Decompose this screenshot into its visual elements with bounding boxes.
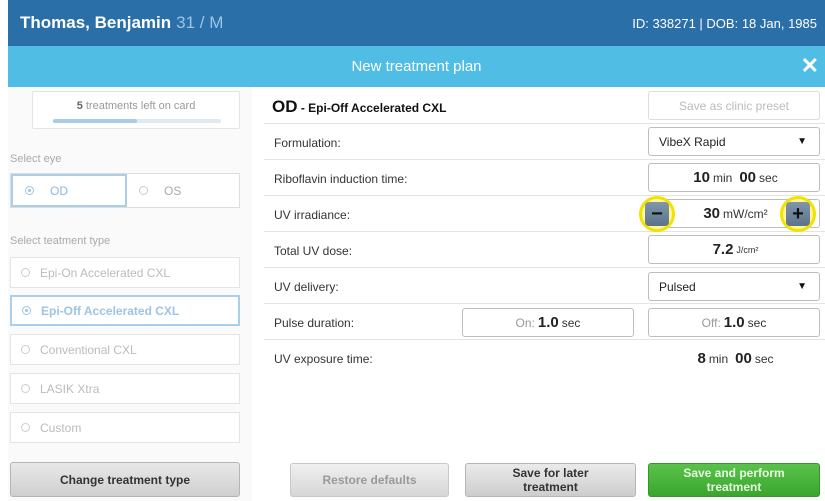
sidebar: 5 treatments left on card Select eye OD … [8,87,252,501]
eye-option-label: OS [164,183,182,198]
irradiance-label: UV irradiance: [274,208,351,222]
patient-name: Thomas, Benjamin [20,13,172,32]
dose-row: Total UV dose: 7.2 J/cm² [264,232,825,268]
induction-label: Riboflavin induction time: [274,172,408,186]
pulse-off-value: 1.0 [723,314,745,331]
pulse-on-field[interactable]: On: 1.0 sec [462,308,634,337]
radio-icon [21,268,30,277]
type-option-label: Conventional CXL [40,342,137,357]
induction-sec-value: 00 [739,169,757,186]
exposure-min-unit: min [708,351,729,366]
induction-row: Riboflavin induction time: 10 min 00 sec [264,160,825,196]
save-and-perform-line1: Save and perform [683,466,785,480]
restore-defaults-button[interactable]: Restore defaults [290,463,449,497]
dialog-title-bar: New treatment plan ✕ [8,46,825,87]
save-for-later-line2: treatment [523,480,578,494]
eye-option-label: OD [50,183,68,198]
irradiance-row: UV irradiance: 30 mW/cm² − + [264,196,825,232]
exposure-label: UV exposure time: [274,352,373,366]
patient-age-sex: 31 / M [176,13,224,32]
plan-type: - Epi-Off Accelerated CXL [297,101,447,115]
pulse-row: Pulse duration: On: 1.0 sec Off: 1.0 sec [264,304,825,340]
minus-icon: − [645,202,669,226]
plan-header-row: OD - Epi-Off Accelerated CXL Save as cli… [264,87,825,124]
patient-name-block: Thomas, Benjamin 31 / M [20,13,223,33]
exposure-value: 8 min 00 sec [648,344,820,373]
formulation-value: VibeX Rapid [659,134,726,149]
exposure-sec-unit: sec [754,351,774,366]
radio-icon [21,423,30,432]
induction-min-unit: min [712,170,733,185]
delivery-row: UV delivery: Pulsed ▼ [264,268,825,304]
treatment-plan-panel: OD - Epi-Off Accelerated CXL Save as cli… [264,87,825,501]
pulse-on-value: 1.0 [537,314,559,331]
card-progress-fill [53,119,137,123]
pulse-on-label: On: [515,315,535,330]
irradiance-unit: mW/cm² [723,206,768,221]
type-option-epi-on[interactable]: Epi-On Accelerated CXL [10,257,240,288]
type-option-custom[interactable]: Custom [10,412,240,443]
dose-unit: J/cm² [736,244,759,255]
eye-option-od[interactable]: OD [11,174,127,207]
type-option-lasik-xtra[interactable]: LASIK Xtra [10,373,240,404]
type-option-label: LASIK Xtra [40,381,100,396]
type-option-label: Custom [40,420,82,435]
pulse-off-label: Off: [701,315,721,330]
exposure-min-value: 8 [697,350,706,367]
save-clinic-preset-button[interactable]: Save as clinic preset [648,91,820,120]
radio-icon [21,384,30,393]
patient-id-dob: ID: 338271 | DOB: 18 Jan, 1985 [632,15,817,31]
eye-option-os[interactable]: OS [127,174,239,207]
pulse-off-field[interactable]: Off: 1.0 sec [648,308,820,337]
treatment-card-status: 5 treatments left on card [32,91,240,129]
pulse-on-unit: sec [561,315,581,330]
card-text: treatments left on card [82,100,196,112]
plus-icon: + [786,202,810,226]
plan-title: OD - Epi-Off Accelerated CXL [272,97,446,117]
delivery-label: UV delivery: [274,280,339,294]
radio-icon [22,306,31,315]
exposure-row: UV exposure time: 8 min 00 sec [264,340,825,376]
select-type-label: Select teatment type [10,235,111,247]
induction-sec-unit: sec [759,170,778,185]
type-option-label: Epi-Off Accelerated CXL [41,303,180,318]
eye-selector: OD OS [10,173,240,208]
type-option-label: Epi-On Accelerated CXL [40,265,171,280]
induction-time-field[interactable]: 10 min 00 sec [648,163,820,192]
radio-icon [139,186,148,195]
plan-eye: OD [272,97,298,116]
pulse-off-unit: sec [747,315,767,330]
save-and-perform-button[interactable]: Save and perform treatment [648,463,820,497]
change-treatment-type-button[interactable]: Change treatment type [10,462,240,497]
delivery-select[interactable]: Pulsed ▼ [648,272,820,301]
pulse-label: Pulse duration: [274,316,355,330]
irradiance-increase-button[interactable]: + [780,196,816,232]
select-eye-label: Select eye [10,153,62,165]
dialog-title: New treatment plan [351,58,482,75]
formulation-label: Formulation: [274,136,341,150]
card-progress-bar [53,119,221,123]
save-and-perform-line2: treatment [706,480,762,494]
irradiance-decrease-button[interactable]: − [639,196,675,232]
type-option-epi-off[interactable]: Epi-Off Accelerated CXL [10,295,240,326]
patient-header: Thomas, Benjamin 31 / M ID: 338271 | DOB:… [8,0,825,46]
save-for-later-button[interactable]: Save for later treatment [465,463,636,497]
delivery-value: Pulsed [659,279,696,294]
formulation-row: Formulation: VibeX Rapid ▼ [264,124,825,160]
chevron-down-icon: ▼ [797,281,807,292]
dose-value: 7.2 [712,241,734,258]
dose-field: 7.2 J/cm² [648,235,820,264]
irradiance-value: 30 [703,205,721,222]
exposure-sec-value: 00 [735,350,752,367]
type-option-conventional[interactable]: Conventional CXL [10,334,240,365]
save-for-later-line1: Save for later [512,466,589,480]
induction-min-value: 10 [693,169,710,186]
dose-label: Total UV dose: [274,244,353,258]
close-icon[interactable]: ✕ [801,54,819,78]
chevron-down-icon: ▼ [797,136,807,147]
radio-icon [21,345,30,354]
formulation-select[interactable]: VibeX Rapid ▼ [648,127,820,156]
radio-icon [25,186,34,195]
